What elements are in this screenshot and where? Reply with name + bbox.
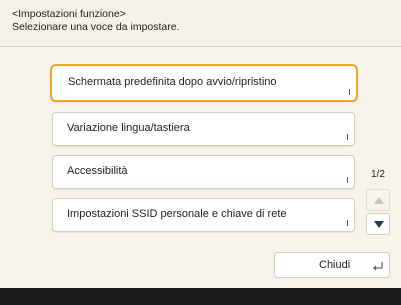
menu-item-language-keyboard[interactable]: Variazione lingua/tastiera	[52, 112, 355, 146]
triangle-down-icon	[374, 221, 384, 228]
enter-icon	[373, 262, 383, 270]
scroll-down-button[interactable]	[366, 213, 390, 235]
menu-item-label: Schermata predefinita dopo avvio/riprist…	[68, 76, 277, 88]
scroll-up-button[interactable]	[366, 189, 390, 211]
status-bar	[0, 288, 401, 305]
page-instruction: Selezionare una voce da impostare.	[12, 21, 180, 33]
corner-mark-icon	[343, 177, 348, 183]
page-title: <Impostazioni funzione>	[12, 8, 126, 20]
menu-item-ssid-network-key[interactable]: Impostazioni SSID personale e chiave di …	[52, 198, 355, 232]
corner-mark-icon	[345, 89, 350, 95]
corner-mark-icon	[343, 220, 348, 226]
close-button[interactable]: Chiudi	[274, 252, 390, 278]
menu-item-default-screen[interactable]: Schermata predefinita dopo avvio/riprist…	[50, 64, 358, 102]
menu-item-label: Impostazioni SSID personale e chiave di …	[67, 208, 287, 220]
menu-item-accessibility[interactable]: Accessibilità	[52, 155, 355, 189]
menu-item-label: Accessibilità	[67, 165, 128, 177]
header: <Impostazioni funzione> Selezionare una …	[0, 0, 401, 46]
corner-mark-icon	[343, 134, 348, 140]
triangle-up-icon	[374, 197, 384, 204]
page-indicator: 1/2	[371, 169, 385, 180]
close-button-label: Chiudi	[319, 259, 351, 271]
menu-item-label: Variazione lingua/tastiera	[67, 122, 190, 134]
